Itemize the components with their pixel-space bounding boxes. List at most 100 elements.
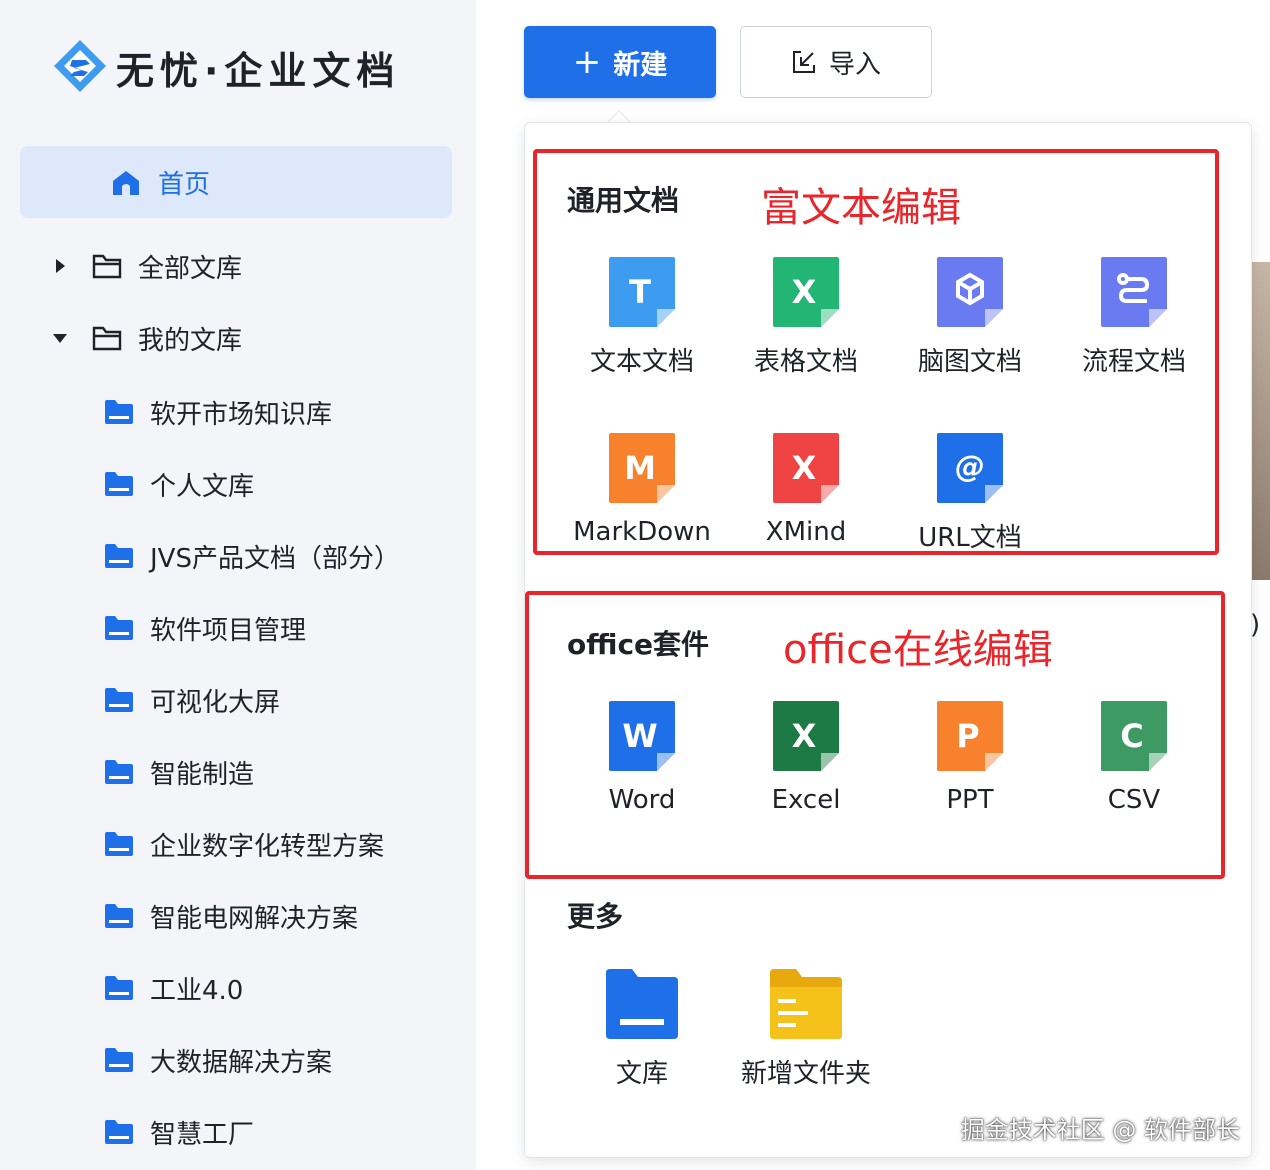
sidebar-group-my-libraries[interactable]: 我的文库	[0, 308, 476, 368]
svg-text:P: P	[956, 717, 979, 755]
folder-icon	[105, 1048, 133, 1072]
app-logo[interactable]: 无忧·企业文档	[52, 38, 400, 96]
import-icon	[792, 51, 815, 73]
sidebar-item-library[interactable]: 企业数字化转型方案	[0, 814, 476, 874]
sidebar-item-library[interactable]: 智慧工厂	[0, 1102, 476, 1162]
menu-item-ppt-doc[interactable]: P PPT	[888, 701, 1052, 851]
svg-text:X: X	[792, 717, 817, 755]
sidebar-item-library[interactable]: 大数据解决方案	[0, 1030, 476, 1090]
folder-outline-icon	[92, 326, 122, 351]
folder-icon	[105, 904, 133, 928]
menu-item-markdown-doc[interactable]: M MarkDown	[560, 433, 724, 583]
sidebar: 无忧·企业文档 首页 全部文库 我的文库 软开市场知识库 个人文库 JVS产品文档（…	[0, 0, 476, 1170]
new-document-dropdown: 通用文档 富文本编辑 T 文本文档 X 表格文档 脑图文档 流程文档 M MarkDown X X…	[524, 122, 1252, 1158]
sidebar-item-home[interactable]: 首页	[20, 146, 452, 218]
sidebar-item-library[interactable]: 可视化大屏	[0, 670, 476, 730]
svg-text:M: M	[624, 449, 656, 487]
menu-item-flow-doc[interactable]: 流程文档	[1052, 257, 1216, 407]
menu-item-text-doc[interactable]: T 文本文档	[560, 257, 724, 407]
app-title: 无忧·企业文档	[116, 48, 401, 93]
mindmap-doc-icon	[937, 257, 1003, 327]
excel-doc-icon: X	[773, 701, 839, 771]
sidebar-item-library[interactable]: 个人文库	[0, 454, 476, 514]
library-folder-icon	[606, 969, 678, 1039]
watermark: 掘金技术社区 @ 软件部长	[960, 1116, 1240, 1144]
menu-item-label: URL文档	[918, 523, 1022, 553]
svg-text:X: X	[792, 449, 817, 487]
folder-outline-icon	[92, 254, 122, 279]
ppt-doc-icon: P	[937, 701, 1003, 771]
menu-item-label: Word	[608, 785, 676, 815]
sidebar-group-label: 我的文库	[138, 325, 243, 356]
markdown-doc-icon: M	[609, 433, 675, 503]
sidebar-item-label: 个人文库	[150, 471, 255, 502]
menu-item-csv-doc[interactable]: C CSV	[1052, 701, 1216, 851]
background-card-edge	[1252, 262, 1270, 580]
menu-item-label: 表格文档	[753, 347, 858, 377]
svg-text:X: X	[792, 273, 817, 311]
section-title-more: 更多	[567, 900, 624, 933]
menu-item-library-folder[interactable]: 文库	[560, 969, 724, 1119]
sidebar-item-library[interactable]: 工业4.0	[0, 958, 476, 1018]
folder-icon	[105, 1120, 133, 1144]
home-icon	[113, 171, 139, 195]
sheet-doc-icon: X	[773, 257, 839, 327]
flow-doc-icon	[1101, 257, 1167, 327]
menu-item-label: XMind	[765, 517, 847, 547]
sidebar-item-label: 智能制造	[150, 759, 255, 790]
word-doc-icon: W	[609, 701, 675, 771]
menu-item-label: CSV	[1107, 785, 1161, 815]
menu-item-new-folder[interactable]: 新增文件夹	[724, 969, 888, 1119]
annotation-office-online: office在线编辑	[783, 627, 1053, 673]
folder-icon	[105, 616, 133, 640]
new-button[interactable]: + 新建	[524, 26, 716, 98]
menu-item-label: PPT	[946, 785, 994, 815]
menu-item-sheet-doc[interactable]: X 表格文档	[724, 257, 888, 407]
import-button[interactable]: 导入	[740, 26, 932, 98]
menu-item-label: Excel	[771, 785, 841, 815]
folder-icon	[105, 832, 133, 856]
menu-item-label: 文库	[615, 1059, 668, 1089]
menu-item-mindmap-doc[interactable]: 脑图文档	[888, 257, 1052, 407]
sidebar-item-library[interactable]: 智能制造	[0, 742, 476, 802]
menu-item-label: 新增文件夹	[740, 1059, 871, 1089]
folder-icon	[105, 760, 133, 784]
sidebar-item-library[interactable]: 软开市场知识库	[0, 382, 476, 442]
sidebar-group-label: 全部文库	[138, 253, 243, 284]
menu-item-url-doc[interactable]: @ URL文档	[888, 433, 1052, 583]
menu-item-excel-doc[interactable]: X Excel	[724, 701, 888, 851]
svg-text:C: C	[1120, 717, 1143, 755]
csv-doc-icon: C	[1101, 701, 1167, 771]
new-folder-icon	[770, 969, 842, 1039]
folder-icon	[105, 976, 133, 1000]
sidebar-item-label: 智能电网解决方案	[150, 903, 359, 934]
folder-icon	[105, 544, 133, 568]
menu-item-label: MarkDown	[573, 517, 711, 547]
sidebar-item-label: 企业数字化转型方案	[150, 831, 385, 862]
sidebar-item-label: JVS产品文档（部分）	[150, 543, 400, 574]
sidebar-item-label: 可视化大屏	[150, 687, 281, 718]
menu-item-xmind-doc[interactable]: X XMind	[724, 433, 888, 583]
url-doc-icon: @	[937, 433, 1003, 503]
import-button-label: 导入	[828, 49, 881, 80]
section-title-office: office套件	[567, 628, 710, 661]
sidebar-item-library[interactable]: 智能电网解决方案	[0, 886, 476, 946]
sidebar-item-label: 工业4.0	[150, 975, 244, 1006]
sidebar-item-label: 大数据解决方案	[150, 1047, 333, 1078]
sidebar-item-label: 软开市场知识库	[150, 399, 333, 430]
folder-icon	[105, 400, 133, 424]
sidebar-item-label: 智慧工厂	[150, 1119, 255, 1150]
folder-icon	[105, 688, 133, 712]
sidebar-item-library[interactable]: JVS产品文档（部分）	[0, 526, 476, 586]
svg-text:W: W	[622, 717, 657, 755]
menu-item-label: 文本文档	[589, 347, 694, 377]
menu-item-word-doc[interactable]: W Word	[560, 701, 724, 851]
caret-down-icon	[53, 334, 67, 343]
sidebar-group-all-libraries[interactable]: 全部文库	[0, 236, 476, 296]
sidebar-item-label: 软件项目管理	[150, 615, 307, 646]
annotation-rich-text: 富文本编辑	[761, 185, 961, 231]
section-title-general: 通用文档	[567, 184, 680, 217]
sidebar-item-library[interactable]: 软件项目管理	[0, 598, 476, 658]
diamond-s-logo-icon	[54, 40, 106, 92]
xmind-doc-icon: X	[773, 433, 839, 503]
